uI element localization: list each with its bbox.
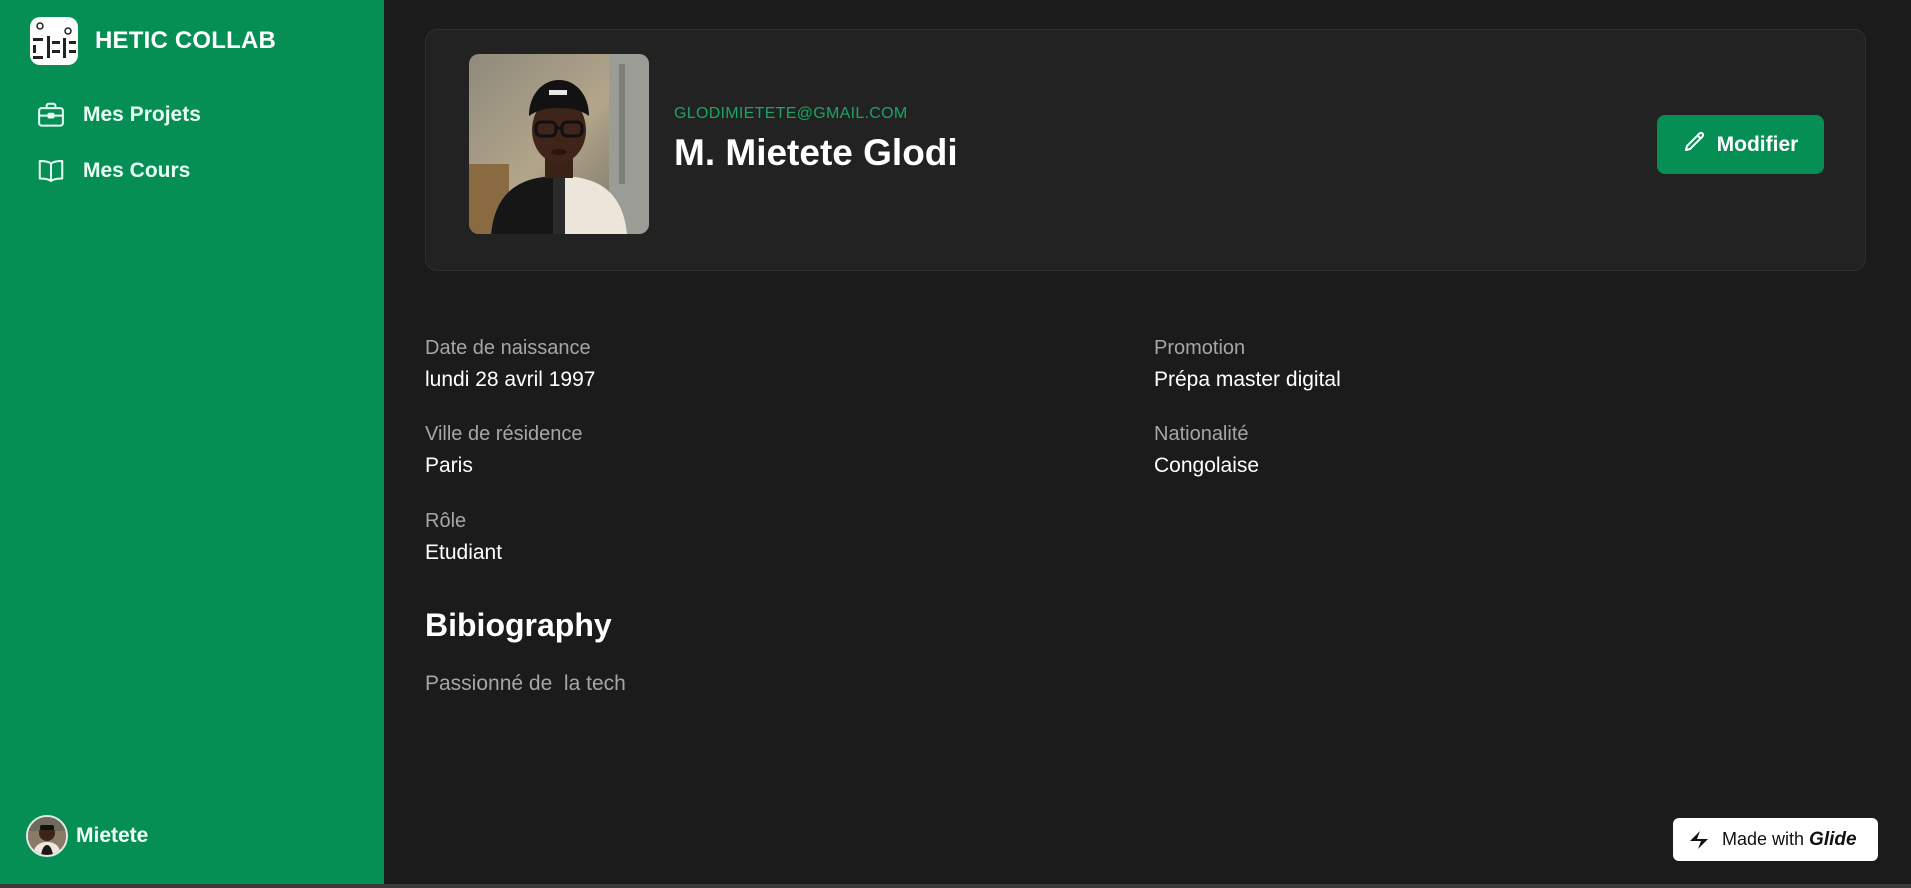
field-label: Date de naissance (425, 337, 591, 359)
briefcase-icon (34, 98, 68, 132)
brand[interactable]: HETIC COLLAB (30, 17, 276, 65)
profile-card: GLODIMIETETE@GMAIL.COM M. Mietete Glodi … (425, 29, 1866, 271)
field-label: Promotion (1154, 337, 1246, 359)
pencil-icon (1683, 130, 1707, 159)
field-label: Rôle (425, 510, 467, 532)
bio-text: Passionné de la tech (425, 672, 626, 695)
profile-email: GLODIMIETETE@GMAIL.COM (674, 105, 908, 122)
brand-title: HETIC COLLAB (95, 27, 277, 54)
field-nationality: Nationalité Congolaise (1154, 423, 1259, 478)
edit-profile-button[interactable]: Modifier (1657, 115, 1824, 174)
avatar (26, 815, 68, 857)
glide-bolt-icon (1686, 827, 1712, 853)
sidebar: HETIC COLLAB Mes Projets Mes Cours Miete… (0, 0, 384, 884)
app-window: HETIC COLLAB Mes Projets Mes Cours Miete… (0, 0, 1911, 884)
field-birth-date: Date de naissance lundi 28 avril 1997 (425, 337, 595, 392)
field-role: Rôle Etudiant (425, 510, 502, 565)
field-value: Prépa master digital (1154, 368, 1341, 391)
sidebar-item-label: Mes Cours (83, 159, 191, 182)
edit-button-label: Modifier (1716, 132, 1799, 156)
field-value: Etudiant (425, 541, 503, 564)
profile-name: M. Mietete Glodi (674, 132, 958, 173)
field-label: Nationalité (1154, 423, 1249, 445)
sidebar-item-mes-cours[interactable]: Mes Cours (34, 154, 190, 188)
sidebar-item-mes-projets[interactable]: Mes Projets (34, 98, 201, 132)
field-city: Ville de résidence Paris (425, 423, 583, 478)
main-content: GLODIMIETETE@GMAIL.COM M. Mietete Glodi … (384, 0, 1911, 884)
made-with-glide-badge[interactable]: Made with Glide (1673, 818, 1878, 861)
user-menu[interactable]: Mietete (26, 815, 148, 857)
bio-title: Bibiography (425, 607, 612, 643)
book-open-icon (34, 154, 68, 188)
user-name: Mietete (76, 824, 149, 847)
sidebar-item-label: Mes Projets (83, 103, 201, 126)
badge-text: Made with (1722, 829, 1805, 849)
badge-brand: Glide (1809, 828, 1857, 850)
field-value: Congolaise (1154, 454, 1260, 477)
field-label: Ville de résidence (425, 423, 583, 445)
profile-photo (469, 54, 649, 234)
app-logo-icon (30, 17, 78, 65)
field-value: Paris (425, 454, 473, 477)
field-value: lundi 28 avril 1997 (425, 368, 596, 391)
field-promotion: Promotion Prépa master digital (1154, 337, 1341, 392)
